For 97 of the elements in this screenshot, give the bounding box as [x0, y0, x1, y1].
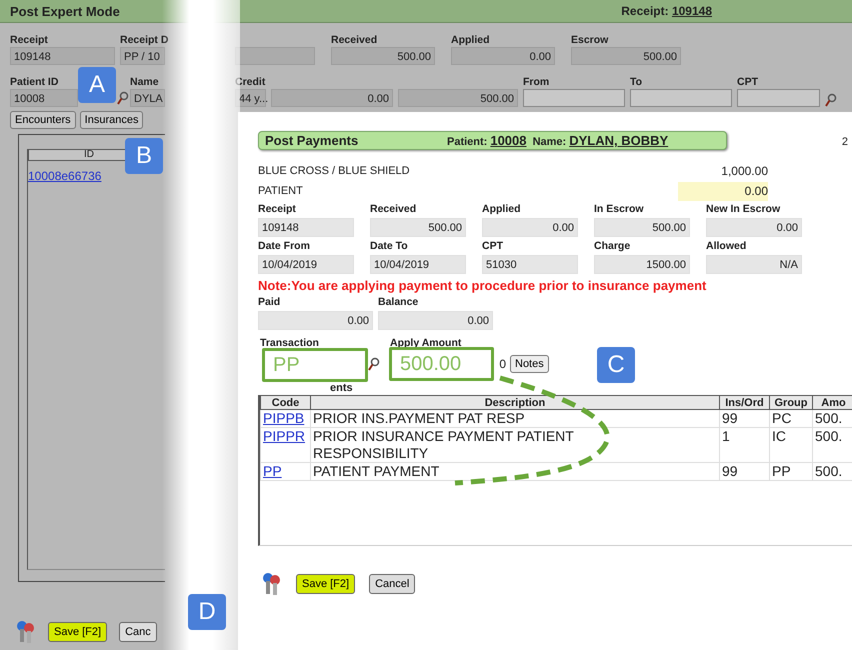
input-field[interactable]: 10008 — [10, 89, 78, 107]
input-field[interactable]: DYLA — [130, 89, 165, 107]
field-label: Date From — [258, 239, 311, 254]
table-cell: PC — [772, 410, 792, 426]
search-icon[interactable] — [825, 93, 837, 107]
field-label: Applied — [451, 33, 490, 47]
patient-info: Patient: 10008 Name: DYLAN, BOBBY — [447, 133, 670, 148]
zoomed-field: PP — [262, 348, 368, 382]
input-field[interactable]: 500.00 — [594, 218, 690, 237]
column-header: Code — [260, 396, 310, 410]
tab[interactable]: Encounters — [10, 111, 76, 129]
cancel-button[interactable]: Cancel — [369, 574, 416, 594]
table-cell: PATIENT PAYMENT — [313, 463, 440, 479]
tab[interactable]: Insurances — [80, 111, 144, 129]
column-header: Amo — [812, 396, 852, 410]
payer-amount: 1,000.00 — [720, 163, 768, 180]
warning-note: Note:You are applying payment to procedure prior to insurance payment — [258, 277, 708, 294]
field-label: Transaction — [259, 336, 320, 351]
receipt-title: Receipt: 109148 — [621, 4, 712, 18]
column-header: Group — [770, 396, 812, 410]
window-title: Post Expert Mode — [10, 4, 120, 18]
encounter-link[interactable]: 10008e66736 — [28, 169, 102, 183]
input-field[interactable] — [737, 89, 820, 107]
notes-button[interactable]: Notes — [510, 355, 549, 373]
callout-badge: A — [78, 67, 116, 103]
column-header: Ins/Ord — [720, 396, 770, 410]
field-label: Date To — [370, 239, 409, 254]
input-field[interactable]: 0 — [498, 355, 506, 373]
table-cell: 99 — [722, 410, 738, 426]
input-field[interactable]: 109148 — [10, 47, 115, 65]
field-label: Receipt — [10, 33, 49, 47]
field-label: Balance — [378, 295, 420, 310]
input-field[interactable] — [523, 89, 625, 107]
table-cell: 500. — [815, 410, 842, 426]
input-field[interactable]: 10/04/2019 — [258, 255, 354, 274]
field-label: Received — [370, 202, 418, 217]
field-label: CPT — [482, 239, 504, 254]
input-field[interactable]: 10/04/2019 — [370, 255, 466, 274]
input-field[interactable]: 1500.00 — [594, 255, 690, 274]
dialog-title: Post Payments — [265, 133, 360, 148]
input-field[interactable]: 500.00 — [571, 47, 681, 65]
callout-badge: C — [597, 347, 635, 383]
keys-icon[interactable] — [262, 572, 282, 596]
field-label: New In Escrow — [706, 202, 782, 217]
keys-icon[interactable] — [16, 620, 36, 644]
search-icon[interactable] — [117, 91, 129, 105]
input-field[interactable]: N/A — [706, 255, 802, 274]
save-button[interactable]: Save [F2] — [48, 622, 108, 642]
table-cell: PRIOR INSURANCE PAYMENT PATIENT RESPONSIBILITY — [313, 428, 574, 461]
field-label: Received — [331, 33, 378, 47]
edge-text: 2 — [842, 136, 848, 148]
table-cell: 1 — [722, 428, 730, 444]
input-field[interactable]: 0.00 — [451, 47, 555, 65]
input-field[interactable]: 500.00 — [331, 47, 435, 65]
input-field[interactable] — [235, 47, 315, 65]
field-label: Receipt — [258, 202, 297, 217]
table-cell: 500. — [815, 428, 842, 444]
input-field[interactable]: 0.00 — [378, 311, 493, 330]
table-cell: 99 — [722, 463, 738, 479]
input-field[interactable] — [630, 89, 732, 107]
table-cell: PRIOR INS.PAYMENT PAT RESP — [313, 410, 525, 426]
field-label: In Escrow — [594, 202, 645, 217]
field-label: From — [523, 75, 550, 89]
table-cell: 500. — [815, 463, 842, 479]
payer-amount: 0.00 — [678, 182, 768, 201]
list-caption: ents — [329, 381, 354, 395]
input-field[interactable]: 500.00 — [370, 218, 466, 237]
field-label: To — [630, 75, 644, 89]
field-label: Applied — [482, 202, 522, 217]
field-label: Paid — [258, 295, 282, 310]
cancel-button[interactable]: Canc — [119, 622, 157, 642]
zoomed-field: 500.00 — [389, 347, 494, 381]
search-icon[interactable] — [368, 357, 380, 371]
column-header: Description — [310, 396, 720, 410]
input-field[interactable]: 44 y... — [235, 89, 266, 107]
callout-badge: D — [188, 594, 226, 630]
callout-badge: B — [125, 138, 163, 174]
input-field[interactable]: 109148 — [258, 218, 354, 237]
payer-name: BLUE CROSS / BLUE SHIELD — [258, 164, 410, 179]
input-field[interactable]: 0.00 — [482, 218, 578, 237]
input-field[interactable]: PP / 10 — [120, 47, 165, 65]
table-cell: IC — [772, 428, 786, 444]
field-label: Patient ID — [10, 75, 60, 89]
save-button[interactable]: Save [F2] — [296, 574, 356, 594]
field-label: Name — [130, 75, 160, 89]
input-field[interactable]: 0.00 — [258, 311, 373, 330]
payer-name: PATIENT — [258, 184, 303, 199]
field-label: Credit — [235, 75, 266, 89]
field-label: Escrow — [571, 33, 610, 47]
input-field[interactable]: 51030 — [482, 255, 578, 274]
input-field[interactable]: 0.00 — [271, 89, 393, 107]
field-label: Charge — [594, 239, 632, 254]
input-field[interactable]: 0.00 — [706, 218, 802, 237]
input-field[interactable]: 500.00 — [398, 89, 518, 107]
field-label: CPT — [737, 75, 759, 89]
field-label: Allowed — [706, 239, 748, 254]
table-cell: PP — [772, 463, 791, 479]
